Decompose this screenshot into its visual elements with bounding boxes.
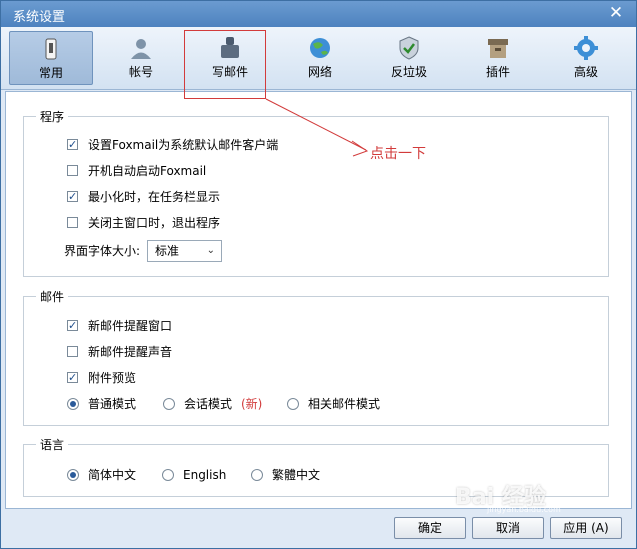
annotation-arrow bbox=[265, 98, 369, 157]
baidu-watermark: Bai 经验 jingyan.baidu.com bbox=[455, 477, 625, 517]
annotation-text: 点击一下 bbox=[370, 146, 426, 162]
watermark-subtext: jingyan.baidu.com bbox=[487, 505, 561, 514]
